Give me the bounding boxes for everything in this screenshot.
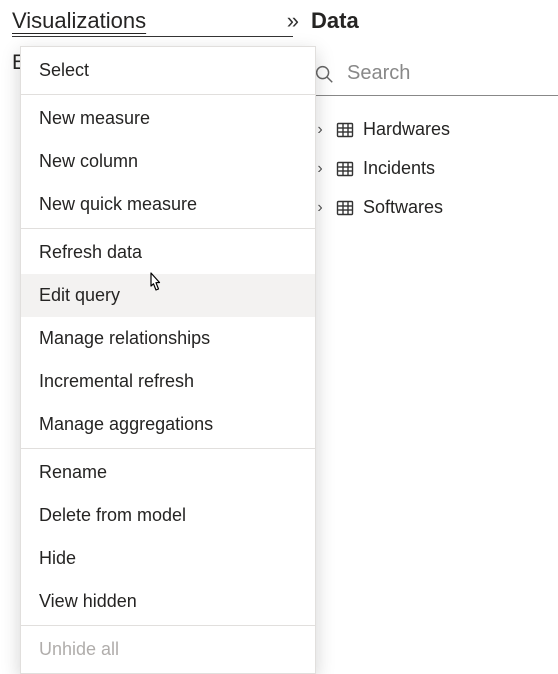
menu-separator <box>21 228 315 229</box>
collapse-chevron-icon[interactable]: » <box>287 8 293 34</box>
menu-separator <box>21 625 315 626</box>
table-row[interactable]: ›Softwares <box>311 188 552 227</box>
context-menu-item[interactable]: Rename <box>21 451 315 494</box>
context-menu-item[interactable]: Refresh data <box>21 231 315 274</box>
table-row[interactable]: ›Incidents <box>311 149 552 188</box>
search-icon <box>313 63 335 85</box>
context-menu-item[interactable]: Select <box>21 49 315 92</box>
context-menu-item[interactable]: Edit query <box>21 274 315 317</box>
context-menu-item[interactable]: Manage aggregations <box>21 403 315 446</box>
table-label: Hardwares <box>363 119 450 140</box>
context-menu-item[interactable]: New measure <box>21 97 315 140</box>
context-menu-item[interactable]: Delete from model <box>21 494 315 537</box>
search-input[interactable] <box>347 62 558 85</box>
tables-tree: ›Hardwares›Incidents›Softwares <box>305 96 558 227</box>
table-icon <box>335 120 355 140</box>
table-label: Incidents <box>363 158 435 179</box>
context-menu-item: Unhide all <box>21 628 315 671</box>
table-row[interactable]: ›Hardwares <box>311 110 552 149</box>
menu-separator <box>21 94 315 95</box>
data-search[interactable] <box>305 52 558 96</box>
table-icon <box>335 159 355 179</box>
context-menu-item[interactable]: Hide <box>21 537 315 580</box>
context-menu-item[interactable]: New quick measure <box>21 183 315 226</box>
data-panel: Data ›Hardwares›Incidents›Softwares <box>305 0 558 606</box>
table-label: Softwares <box>363 197 443 218</box>
table-icon <box>335 198 355 218</box>
context-menu-item[interactable]: New column <box>21 140 315 183</box>
data-title: Data <box>305 8 558 40</box>
context-menu-item[interactable]: Manage relationships <box>21 317 315 360</box>
context-menu-item[interactable]: Incremental refresh <box>21 360 315 403</box>
context-menu: Select New measureNew columnNew quick mea… <box>20 46 316 674</box>
menu-separator <box>21 448 315 449</box>
visualizations-title: Visualizations <box>12 8 146 34</box>
context-menu-item[interactable]: View hidden <box>21 580 315 623</box>
